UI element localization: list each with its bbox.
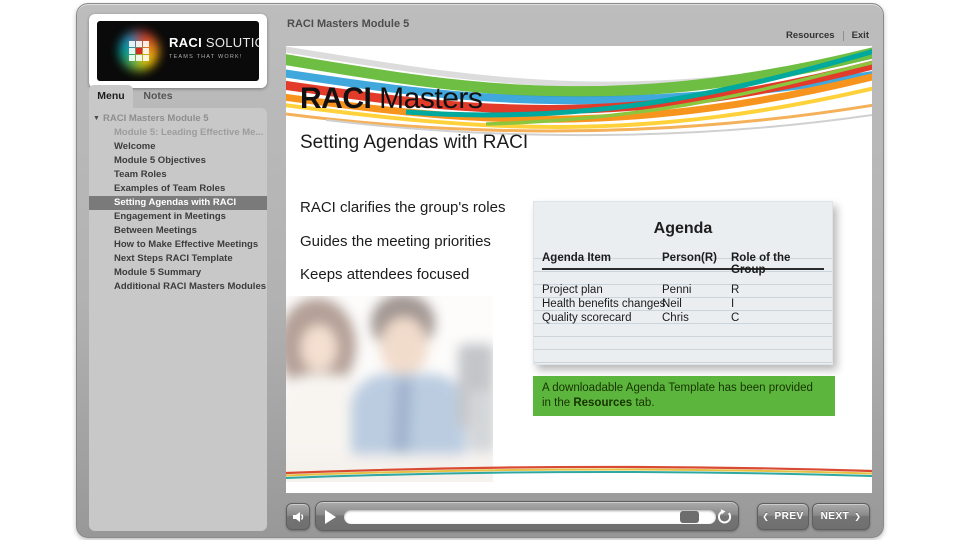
bullet-1: RACI clarifies the group's roles (300, 199, 506, 216)
bullet-3: Keeps attendees focused (300, 266, 470, 283)
logo-burst-icon (117, 29, 161, 73)
play-button[interactable] (325, 510, 336, 524)
collapse-arrow-icon[interactable]: ▼ (93, 112, 100, 126)
volume-button[interactable] (286, 503, 310, 530)
course-player-window: RACI SOLUTIONS™ TEAMS THAT WORK! Menu No… (76, 3, 884, 538)
tab-menu[interactable]: Menu (89, 85, 133, 108)
seekbar-thumb[interactable] (679, 511, 699, 523)
sidebar-item-examples-team-roles[interactable]: Examples of Team Roles (89, 182, 267, 196)
slide-title: RACI Masters (300, 82, 483, 115)
logo-card: RACI SOLUTIONS™ TEAMS THAT WORK! (89, 14, 267, 88)
brand-tagline: TEAMS THAT WORK! (169, 54, 243, 60)
slide-canvas: RACI Masters Setting Agendas with RACI R… (286, 46, 872, 493)
sidebar-item-next-steps-template[interactable]: Next Steps RACI Template (89, 252, 267, 266)
agenda-table: Agenda Agenda Item Person(R) Role of the… (533, 201, 833, 365)
resources-link[interactable]: Resources (786, 30, 835, 41)
tab-notes[interactable]: Notes (135, 85, 181, 108)
prev-button[interactable]: ❮ PREV (757, 503, 809, 530)
exit-link[interactable]: Exit (852, 30, 869, 41)
bullet-2: Guides the meeting priorities (300, 233, 491, 250)
agenda-col-item: Agenda Item (542, 252, 612, 264)
sidebar-item-between-meetings[interactable]: Between Meetings (89, 224, 267, 238)
next-button[interactable]: NEXT ❯ (812, 503, 870, 530)
agenda-col-role: Role of the Group (731, 252, 791, 276)
agenda-title: Agenda (653, 220, 713, 237)
meeting-photo (286, 296, 493, 482)
brand-name: RACI SOLUTIONS™ (169, 35, 259, 50)
raci-solutions-logo: RACI SOLUTIONS™ TEAMS THAT WORK! (97, 21, 259, 81)
sidebar-item-leading-effective[interactable]: Module 5: Leading Effective Me... (89, 126, 267, 140)
resources-callout-banner: A downloadable Agenda Template has been … (533, 376, 835, 416)
agenda-header-row: Agenda Item Person(R) Role of the Group (542, 252, 824, 276)
slide-subtitle: Setting Agendas with RACI (300, 132, 529, 153)
next-chevron-icon: ❯ (854, 512, 862, 521)
agenda-row-1: Project plan Penni R (542, 284, 740, 296)
seekbar-track[interactable] (344, 510, 716, 524)
page: RACI SOLUTIONS™ TEAMS THAT WORK! Menu No… (0, 0, 960, 540)
agenda-row-3: Quality scorecard Chris C (542, 312, 740, 324)
sidebar-item-engagement-meetings[interactable]: Engagement in Meetings (89, 210, 267, 224)
replay-button[interactable] (716, 509, 732, 525)
prev-chevron-icon: ❮ (762, 512, 770, 521)
sidebar-item-team-roles[interactable]: Team Roles (89, 168, 267, 182)
sidebar-item-objectives[interactable]: Module 5 Objectives (89, 154, 267, 168)
sidebar-menu-panel: ▼ RACI Masters Module 5 Module 5: Leading… (89, 108, 267, 531)
rainbow-bottom-line (286, 465, 872, 479)
agenda-col-person: Person(R) (662, 252, 717, 264)
course-title: RACI Masters Module 5 (287, 18, 410, 30)
agenda-row-2: Health benefits changes Neil I (542, 298, 735, 310)
sidebar-item-effective-meetings[interactable]: How to Make Effective Meetings (89, 238, 267, 252)
sidebar-item-setting-agendas[interactable]: Setting Agendas with RACI (89, 196, 267, 210)
sidebar-item-welcome[interactable]: Welcome (89, 140, 267, 154)
speaker-icon (293, 511, 304, 522)
seekbar-group (315, 501, 739, 531)
sidebar-item-module-5-root[interactable]: ▼ RACI Masters Module 5 (89, 112, 267, 126)
header-divider (842, 30, 844, 41)
sidebar-item-module-summary[interactable]: Module 5 Summary (89, 266, 267, 280)
sidebar-item-additional-modules[interactable]: Additional RACI Masters Modules (89, 280, 267, 294)
